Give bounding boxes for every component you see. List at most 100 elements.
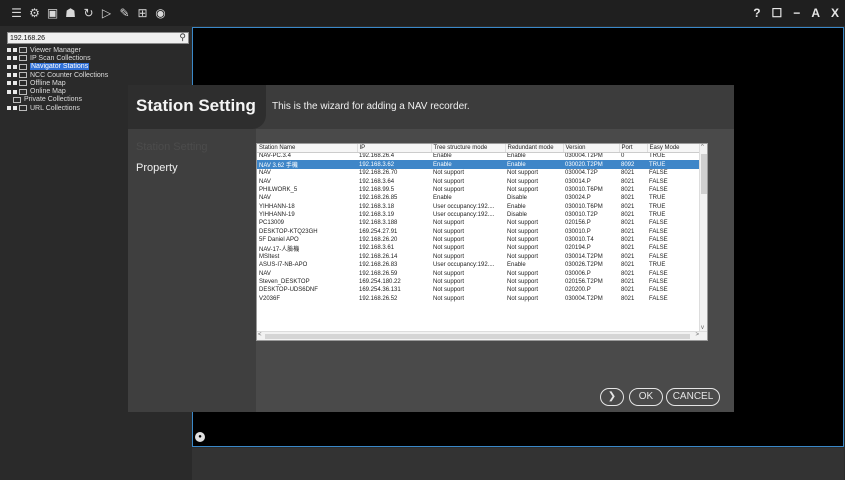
close-icon[interactable]: X xyxy=(831,6,839,20)
bottom-strip xyxy=(192,448,844,480)
table-cell: 8021 xyxy=(621,254,635,261)
table-cell: Enable xyxy=(433,153,452,160)
camera-icon[interactable]: ◉ xyxy=(154,6,167,20)
settings-icon[interactable]: ⚙ xyxy=(28,6,41,20)
column-header[interactable]: Port xyxy=(619,144,648,153)
table-row[interactable]: NAV 192.168.26.70 Not support Not support 03… xyxy=(257,169,700,177)
checkbox-icon[interactable] xyxy=(13,81,17,86)
table-cell: 8021 xyxy=(621,295,635,302)
tree-item[interactable]: IP Scan Collections xyxy=(7,54,192,62)
table-cell: User occupancy:192.... xyxy=(433,203,495,210)
ok-button[interactable]: OK xyxy=(629,388,663,406)
cancel-button[interactable]: CANCEL xyxy=(666,388,720,406)
column-header[interactable]: Easy Mode xyxy=(647,144,701,153)
expand-icon[interactable] xyxy=(7,64,11,69)
expand-icon[interactable] xyxy=(7,73,11,78)
column-header[interactable]: Version xyxy=(563,144,620,153)
table-row[interactable]: NAV 192.168.26.85 Enable Disable 030024.P 802… xyxy=(257,194,700,202)
table-row[interactable]: PC13009 192.168.3.188 Not support Not suppo… xyxy=(257,219,700,227)
checkbox-icon[interactable] xyxy=(13,48,17,53)
table-row[interactable]: YIHHANN-19 192.168.3.19 User occupancy:192… xyxy=(257,211,700,219)
tree-item[interactable]: Viewer Manager xyxy=(7,46,192,54)
expand-icon[interactable] xyxy=(7,48,11,53)
side-item-station-setting[interactable]: Station Setting xyxy=(136,141,208,153)
table-cell: DESKTOP-KTQ23GH xyxy=(259,228,318,235)
horizontal-scroll-thumb[interactable] xyxy=(265,334,690,339)
table-cell: Disable xyxy=(507,195,528,202)
play-icon[interactable]: ▷ xyxy=(100,6,113,20)
scroll-right-icon[interactable]: > xyxy=(695,332,699,338)
table-row[interactable]: ASUS-I7-NB-APO 192.168.26.83 User occupanc… xyxy=(257,261,700,269)
column-header[interactable]: Station Name xyxy=(257,144,358,153)
tree-item[interactable]: Navigator Stations xyxy=(7,63,192,71)
tree-item[interactable]: NCC Counter Collections xyxy=(7,71,192,79)
user-icon[interactable]: A xyxy=(811,6,820,20)
table-cell: 030014.T2PM xyxy=(565,254,603,261)
table-cell: Disable xyxy=(507,211,528,218)
table-cell: Not support xyxy=(433,187,465,194)
table-cell: TRUE xyxy=(649,153,666,160)
table-cell: Not support xyxy=(433,287,465,294)
scroll-up-icon[interactable]: ^ xyxy=(701,144,704,150)
folder-icon xyxy=(19,88,27,95)
expand-icon[interactable] xyxy=(7,106,11,111)
refresh-icon[interactable]: ↻ xyxy=(82,6,95,20)
table-row[interactable]: NAV-17-人臉機 192.168.3.61 Not support Not sup… xyxy=(257,244,700,253)
table-cell: YIHHANN-18 xyxy=(259,203,295,210)
table-row[interactable]: V2036F 192.168.26.52 Not support Not suppor… xyxy=(257,294,700,302)
table-cell: MSItest xyxy=(259,254,280,261)
table-cell: NAV xyxy=(259,195,271,202)
table-row[interactable]: YIHHANN-18 192.168.3.18 User occupancy:192… xyxy=(257,202,700,210)
side-item-property[interactable]: Property xyxy=(136,162,178,174)
table-cell: 192.168.3.188 xyxy=(359,220,398,227)
expand-icon[interactable] xyxy=(7,56,11,61)
table-cell: FALSE xyxy=(649,270,668,277)
vertical-scroll-thumb[interactable] xyxy=(701,154,707,194)
table-row[interactable]: MSItest 192.168.26.14 Not support Not suppo… xyxy=(257,253,700,261)
table-row[interactable]: 5F Daniel APO 192.168.26.20 Not support Not… xyxy=(257,236,700,244)
table-cell: 169.254.27.91 xyxy=(359,228,398,235)
table-cell: Not support xyxy=(433,245,465,252)
network-icon[interactable]: ☗ xyxy=(64,6,77,20)
minimize-icon[interactable]: − xyxy=(793,6,800,20)
table-cell: User occupancy:192.... xyxy=(433,211,495,218)
tree-item-label: Online Map xyxy=(30,88,66,96)
expand-icon[interactable] xyxy=(7,81,11,86)
checkbox-icon[interactable] xyxy=(13,56,17,61)
dialog-description: This is the wizard for adding a NAV reco… xyxy=(272,101,470,112)
restore-icon[interactable]: ☐ xyxy=(772,6,783,20)
scroll-left-icon[interactable]: < xyxy=(258,332,262,338)
menu-icon[interactable]: ☰ xyxy=(10,6,23,20)
table-row[interactable]: NAV 3.62 手機 192.168.3.62 Enable Enable 03002… xyxy=(257,160,700,170)
edit-icon[interactable]: ✎ xyxy=(118,6,131,20)
search-input[interactable] xyxy=(8,33,168,43)
vertical-scrollbar[interactable]: ^ v xyxy=(699,144,707,331)
table-cell: Not support xyxy=(507,187,539,194)
table-cell: NAV xyxy=(259,178,271,185)
table-row[interactable]: NAV 192.168.3.64 Not support Not support 030… xyxy=(257,178,700,186)
search-icon[interactable]: ⚲ xyxy=(179,32,186,43)
horizontal-scrollbar[interactable]: < > xyxy=(257,331,707,340)
layout-icon[interactable]: ⊞ xyxy=(136,6,149,20)
camera-icon[interactable]: ● xyxy=(195,432,205,442)
table-row[interactable]: Steven_DESKTOP 169.254.180.22 Not support N… xyxy=(257,278,700,286)
table-cell: 192.168.3.64 xyxy=(359,178,395,185)
table-row[interactable]: NAV 192.168.26.59 Not support Not support 03… xyxy=(257,270,700,278)
folder-icon xyxy=(19,80,27,87)
checkbox-icon[interactable] xyxy=(13,73,17,78)
help-icon[interactable]: ? xyxy=(753,6,760,20)
table-row[interactable]: PHILWORK_5 192.168.99.5 Not support Not sup… xyxy=(257,186,700,194)
table-cell: 5F Daniel APO xyxy=(259,236,299,243)
monitor-icon[interactable]: ▣ xyxy=(46,6,59,20)
next-button[interactable]: ❯ xyxy=(600,388,624,406)
table-row[interactable]: NAV-PC.3.4 192.168.26.4 Enable Enable 030004… xyxy=(257,152,700,160)
table-row[interactable]: DESKTOP-KTQ23GH 169.254.27.91 Not support N… xyxy=(257,227,700,235)
column-header[interactable]: Tree structure mode xyxy=(431,144,506,153)
checkbox-icon[interactable] xyxy=(13,89,17,94)
expand-icon[interactable] xyxy=(7,89,11,94)
checkbox-icon[interactable] xyxy=(13,64,17,69)
table-row[interactable]: DESKTOP-UDS6DNF 169.254.36.131 Not support… xyxy=(257,286,700,294)
column-header[interactable]: Redundant mode xyxy=(505,144,564,153)
column-header[interactable]: IP xyxy=(357,144,432,153)
checkbox-icon[interactable] xyxy=(13,106,17,111)
